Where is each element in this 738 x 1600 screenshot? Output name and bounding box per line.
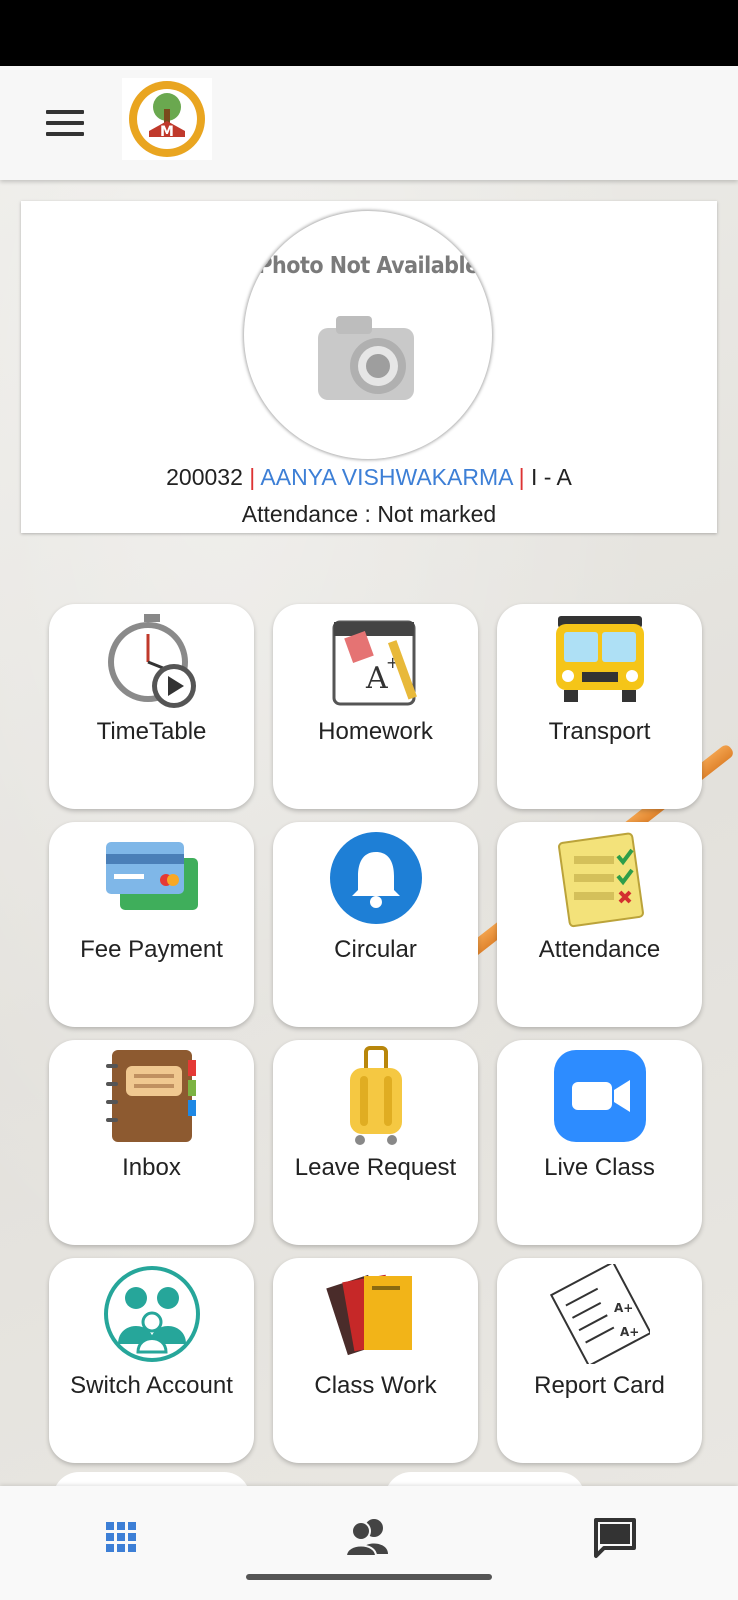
- grid-icon[interactable]: [98, 1514, 148, 1560]
- report-card-icon: A+ A+: [549, 1264, 650, 1364]
- tile-label: Fee Payment: [80, 936, 223, 963]
- class-work-tile[interactable]: Class Work: [273, 1258, 478, 1463]
- bottom-navigation: [0, 1486, 738, 1600]
- stopwatch-play-icon: [102, 610, 202, 710]
- attendance-status: Attendance : Not marked: [241, 501, 497, 527]
- bell-icon: [326, 828, 426, 928]
- tile-label: TimeTable: [96, 718, 207, 745]
- svg-text:A+: A+: [620, 1325, 639, 1339]
- school-logo-icon: M: [122, 78, 212, 160]
- notebook-pencil-icon: A +: [326, 610, 426, 710]
- school-bus-icon: [550, 610, 650, 710]
- svg-text:A: A: [365, 661, 388, 696]
- tile-label: Leave Request: [294, 1154, 457, 1181]
- separator: |: [518, 464, 525, 490]
- people-icon[interactable]: [344, 1514, 394, 1560]
- live-class-tile[interactable]: Live Class: [497, 1040, 702, 1245]
- svg-text:A+: A+: [614, 1301, 633, 1315]
- tile-label: Homework: [318, 718, 433, 745]
- leave-request-tile[interactable]: Leave Request: [273, 1040, 478, 1245]
- camera-icon: [318, 316, 414, 400]
- student-profile-card: Photo Not Available 200032 | AANYA VISHW…: [21, 201, 717, 533]
- tile-label: Class Work: [314, 1372, 437, 1399]
- timetable-tile[interactable]: TimeTable: [49, 604, 254, 809]
- attendance-tile[interactable]: Attendance: [497, 822, 702, 1027]
- student-name: AANYA VISHWAKARMA: [260, 464, 513, 490]
- status-bar: [0, 0, 738, 66]
- tile-label: Attendance: [538, 936, 661, 963]
- homework-tile[interactable]: A + Homework: [273, 604, 478, 809]
- inbox-tile[interactable]: Inbox: [49, 1040, 254, 1245]
- report-card-tile[interactable]: A+ A+ Report Card: [497, 1258, 702, 1463]
- chat-icon[interactable]: [590, 1514, 640, 1560]
- svg-text:M: M: [160, 124, 174, 140]
- student-info-line: 200032 | AANYA VISHWAKARMA | I - A: [21, 464, 717, 491]
- photo-placeholder-text: Photo Not Available: [257, 253, 479, 279]
- separator: |: [249, 464, 256, 490]
- switch-account-tile[interactable]: Switch Account: [49, 1258, 254, 1463]
- tile-label: Inbox: [122, 1154, 181, 1181]
- transport-tile[interactable]: Transport: [497, 604, 702, 809]
- checklist-icon: [550, 828, 650, 928]
- hamburger-menu-icon[interactable]: [46, 110, 84, 136]
- address-book-icon: [102, 1046, 202, 1146]
- credit-cards-icon: [102, 828, 202, 928]
- video-camera-icon: [550, 1046, 650, 1146]
- app-bar: M: [0, 66, 738, 180]
- circular-tile[interactable]: Circular: [273, 822, 478, 1027]
- tile-label: Live Class: [544, 1154, 655, 1181]
- folders-icon: [325, 1264, 426, 1364]
- tile-label: Report Card: [534, 1372, 665, 1399]
- luggage-icon: [326, 1046, 426, 1146]
- tile-label: Transport: [548, 718, 651, 745]
- family-icon: [102, 1264, 202, 1364]
- fee-payment-tile[interactable]: Fee Payment: [49, 822, 254, 1027]
- tile-label: Circular: [334, 936, 417, 963]
- class-section: I - A: [530, 464, 572, 490]
- student-photo[interactable]: Photo Not Available: [244, 211, 492, 459]
- home-indicator[interactable]: [246, 1574, 492, 1580]
- admission-number: 200032: [166, 464, 243, 490]
- tile-label: Switch Account: [70, 1372, 233, 1399]
